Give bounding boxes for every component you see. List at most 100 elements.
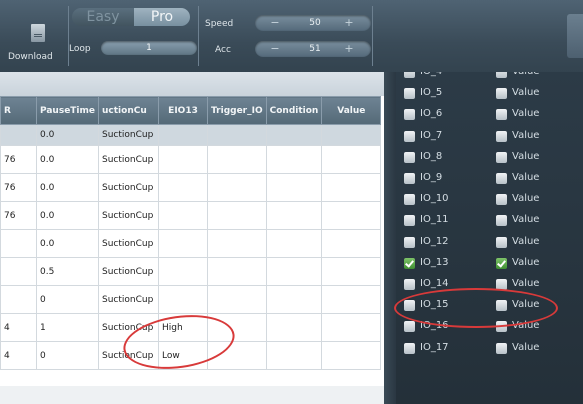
table-cell[interactable]: SuctionCup	[98, 145, 160, 174]
table-cell[interactable]	[207, 173, 267, 202]
table-cell[interactable]	[158, 145, 209, 174]
table-cell[interactable]	[207, 285, 267, 314]
io-value-checkbox[interactable]	[496, 72, 507, 78]
io-value-checkbox[interactable]	[496, 236, 507, 248]
table-cell[interactable]: 0.0	[35, 229, 100, 258]
table-row[interactable]: 76 0.0 SuctionCup	[0, 201, 382, 230]
table-cell[interactable]	[321, 257, 382, 286]
table-cell[interactable]: SuctionCup	[98, 124, 160, 146]
acc-decrease-button[interactable]: −	[265, 41, 285, 57]
table-cell[interactable]	[321, 173, 382, 202]
io-checkbox[interactable]	[404, 257, 415, 269]
table-cell[interactable]: 1	[35, 313, 100, 342]
table-row[interactable]: 0 SuctionCup	[0, 285, 382, 314]
io-checkbox[interactable]	[404, 215, 415, 227]
table-cell[interactable]	[265, 341, 323, 370]
table-cell[interactable]: SuctionCup	[98, 257, 160, 286]
io-value-checkbox[interactable]	[496, 342, 507, 354]
table-cell[interactable]	[0, 124, 37, 146]
io-value-checkbox[interactable]	[496, 194, 507, 206]
table-cell[interactable]	[321, 285, 382, 314]
column-header-trigger-io[interactable]: Trigger_IO	[207, 96, 267, 125]
table-cell[interactable]: 0	[35, 341, 100, 370]
table-cell[interactable]	[207, 145, 267, 174]
table-row[interactable]: 76 0.0 SuctionCup	[0, 145, 382, 174]
column-header-pausetime[interactable]: PauseTime	[35, 96, 100, 125]
table-cell[interactable]	[265, 285, 323, 314]
table-cell[interactable]	[265, 257, 323, 286]
column-header-condition[interactable]: Condition	[265, 96, 323, 125]
io-checkbox[interactable]	[404, 72, 415, 78]
io-checkbox[interactable]	[404, 109, 415, 121]
io-checkbox[interactable]	[404, 194, 415, 206]
acc-stepper[interactable]: − 51 +	[255, 41, 371, 57]
mode-pro-option[interactable]: Pro	[134, 8, 190, 26]
column-header-suctioncup[interactable]: uctionCu	[98, 96, 160, 125]
table-cell[interactable]	[0, 257, 37, 286]
io-value-checkbox[interactable]	[496, 257, 507, 269]
io-value-checkbox[interactable]	[496, 109, 507, 121]
table-row[interactable]: 0.0 SuctionCup	[0, 229, 382, 258]
table-cell[interactable]: 4	[0, 341, 37, 370]
io-checkbox[interactable]	[404, 321, 415, 333]
table-cell[interactable]	[158, 201, 209, 230]
mode-toggle[interactable]: Easy Pro	[72, 8, 190, 26]
download-button[interactable]: Download	[8, 10, 64, 64]
table-cell[interactable]	[158, 124, 209, 146]
table-cell[interactable]	[158, 257, 209, 286]
table-cell[interactable]	[321, 341, 382, 370]
table-cell[interactable]: 0.0	[35, 124, 100, 146]
table-row[interactable]: 0.0 SuctionCup	[0, 124, 382, 146]
io-value-checkbox[interactable]	[496, 215, 507, 227]
table-cell[interactable]	[207, 201, 267, 230]
io-checkbox[interactable]	[404, 236, 415, 248]
io-value-checkbox[interactable]	[496, 173, 507, 184]
io-value-checkbox[interactable]	[496, 151, 507, 163]
table-cell[interactable]	[158, 173, 209, 202]
column-header-eio13[interactable]: EIO13	[158, 96, 209, 125]
column-header-value[interactable]: Value	[321, 96, 382, 125]
table-cell[interactable]	[207, 229, 267, 258]
table-cell[interactable]: 0.0	[35, 173, 100, 202]
table-cell[interactable]: 0.5	[35, 257, 100, 286]
io-checkbox[interactable]	[404, 279, 415, 290]
io-checkbox[interactable]	[404, 173, 415, 184]
table-cell[interactable]: 0	[35, 285, 100, 314]
table-cell[interactable]	[265, 201, 323, 230]
io-checkbox[interactable]	[404, 130, 415, 142]
table-row[interactable]: 76 0.0 SuctionCup	[0, 173, 382, 202]
io-value-checkbox[interactable]	[496, 130, 507, 142]
table-cell[interactable]	[265, 124, 323, 146]
acc-increase-button[interactable]: +	[339, 41, 359, 57]
table-cell[interactable]	[321, 201, 382, 230]
table-cell[interactable]: 4	[0, 313, 37, 342]
table-cell[interactable]: 76	[0, 145, 37, 174]
speed-increase-button[interactable]: +	[339, 15, 359, 31]
table-cell[interactable]: 76	[0, 173, 37, 202]
table-cell[interactable]	[158, 285, 209, 314]
mode-easy-option[interactable]: Easy	[72, 8, 134, 26]
table-cell[interactable]	[158, 229, 209, 258]
io-checkbox[interactable]	[404, 342, 415, 354]
table-cell[interactable]	[321, 145, 382, 174]
table-cell[interactable]	[321, 229, 382, 258]
loop-input[interactable]: 1	[101, 41, 197, 55]
io-checkbox[interactable]	[404, 151, 415, 163]
table-cell[interactable]	[265, 229, 323, 258]
table-cell[interactable]	[321, 313, 382, 342]
table-cell[interactable]	[265, 173, 323, 202]
speed-stepper[interactable]: − 50 +	[255, 15, 371, 31]
table-cell[interactable]: SuctionCup	[98, 201, 160, 230]
table-cell[interactable]: SuctionCup	[98, 173, 160, 202]
table-cell[interactable]	[207, 257, 267, 286]
table-cell[interactable]	[265, 313, 323, 342]
table-cell[interactable]	[321, 124, 382, 146]
pane-splitter[interactable]	[384, 72, 396, 404]
table-cell[interactable]: SuctionCup	[98, 229, 160, 258]
table-row[interactable]: 0.5 SuctionCup	[0, 257, 382, 286]
io-checkbox[interactable]	[404, 88, 415, 100]
table-cell[interactable]: SuctionCup	[98, 285, 160, 314]
table-cell[interactable]	[265, 145, 323, 174]
table-cell[interactable]: 0.0	[35, 201, 100, 230]
table-cell[interactable]: 76	[0, 201, 37, 230]
